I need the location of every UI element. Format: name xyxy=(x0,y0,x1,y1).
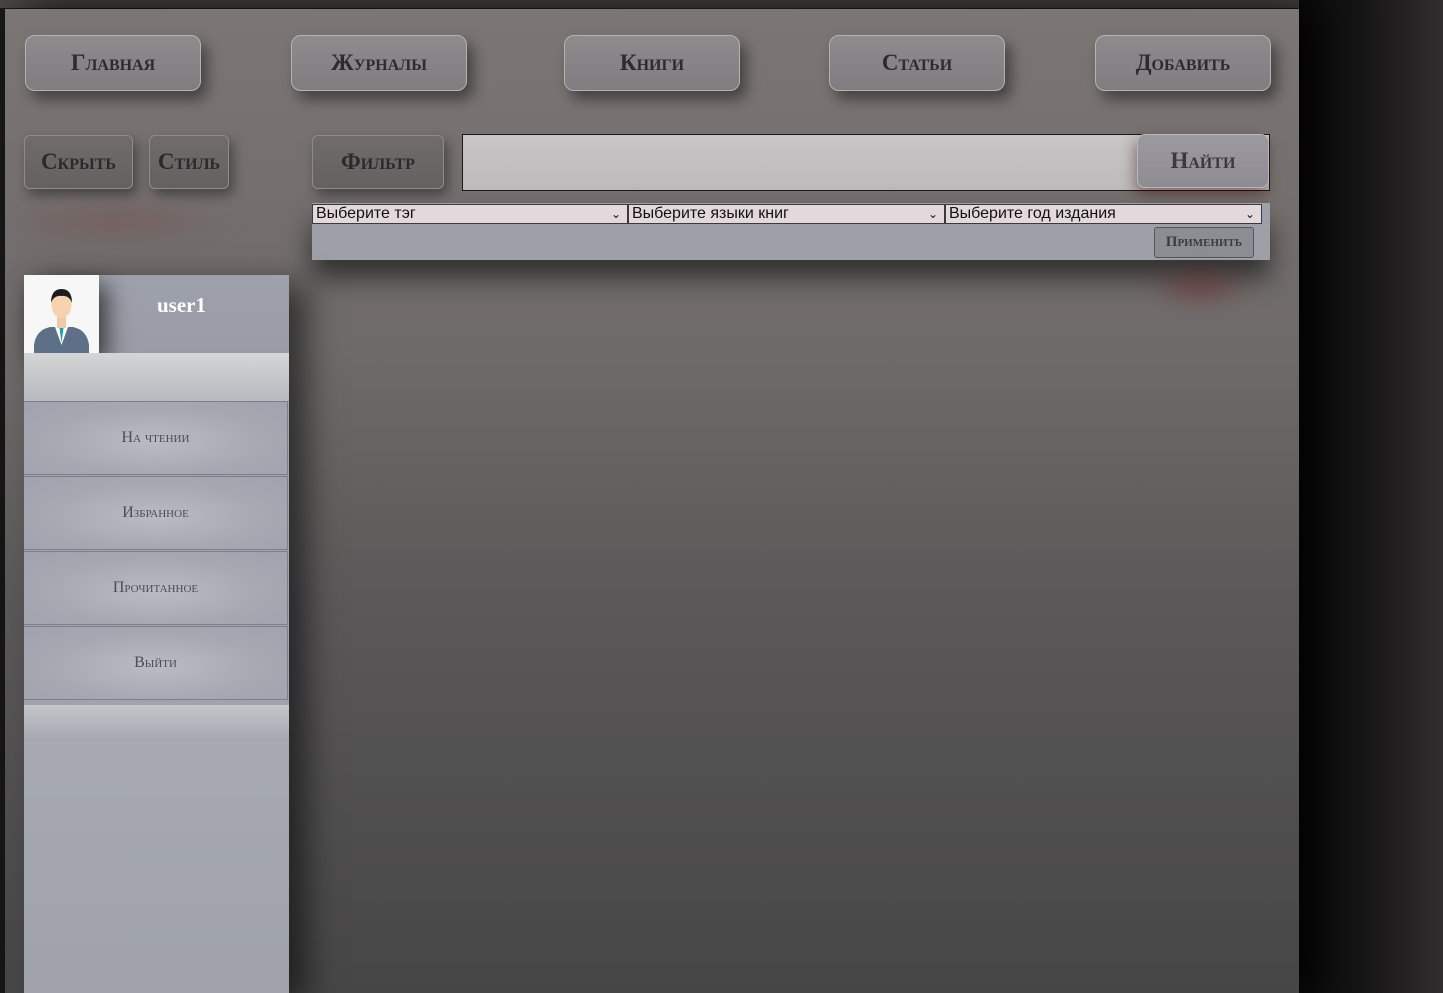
year-select-value: Выберите год издания xyxy=(949,205,1116,222)
filter-button[interactable]: Фильтр xyxy=(312,135,444,189)
apply-button[interactable]: Применить xyxy=(1154,227,1254,258)
sidebar: user1 На чтении Избранное Прочитанное Вы… xyxy=(24,275,289,993)
chevron-down-icon: ⌄ xyxy=(927,207,938,221)
language-select-value: Выберите языки книг xyxy=(632,205,789,222)
profile-header: user1 xyxy=(24,275,289,353)
username: user1 xyxy=(157,293,206,317)
language-select[interactable]: Выберите языки книг ⌄ xyxy=(628,204,945,224)
search-input[interactable] xyxy=(463,135,1137,190)
find-button[interactable]: Найти xyxy=(1137,134,1269,188)
nav-articles-button[interactable]: Статьи xyxy=(829,35,1005,91)
chevron-down-icon: ⌄ xyxy=(1244,207,1255,221)
sidebar-item-read[interactable]: Прочитанное xyxy=(24,551,288,625)
page-container: Главная Журналы Книги Статьи Добавить Ск… xyxy=(5,9,1299,993)
app-viewport: Главная Журналы Книги Статьи Добавить Ск… xyxy=(0,0,1443,993)
shadow-glow xyxy=(1145,259,1255,314)
hide-button[interactable]: Скрыть xyxy=(24,135,133,189)
profile-subpanel xyxy=(24,353,289,401)
top-strip xyxy=(0,0,1443,8)
style-button[interactable]: Стиль xyxy=(149,135,229,189)
chevron-down-icon: ⌄ xyxy=(610,207,621,221)
nav-books-button[interactable]: Книги xyxy=(564,35,740,91)
sidebar-item-reading[interactable]: На чтении xyxy=(24,401,288,475)
nav-home-button[interactable]: Главная xyxy=(25,35,201,91)
tag-select-value: Выберите тэг xyxy=(316,205,416,222)
sidebar-item-favorites[interactable]: Избранное xyxy=(24,476,288,550)
nav-journals-button[interactable]: Журналы xyxy=(291,35,467,91)
nav-add-button[interactable]: Добавить xyxy=(1095,35,1271,91)
right-margin xyxy=(1299,0,1443,993)
filter-panel: Выберите тэг ⌄ Выберите языки книг ⌄ Выб… xyxy=(312,203,1270,260)
sidebar-empty-area xyxy=(24,705,289,993)
user-avatar-icon[interactable] xyxy=(24,275,99,353)
avatar-image xyxy=(24,275,99,353)
tag-select[interactable]: Выберите тэг ⌄ xyxy=(312,204,628,224)
sidebar-item-logout[interactable]: Выйти xyxy=(24,626,288,700)
year-select[interactable]: Выберите год издания ⌄ xyxy=(945,204,1262,224)
shadow-smudge xyxy=(25,197,245,247)
